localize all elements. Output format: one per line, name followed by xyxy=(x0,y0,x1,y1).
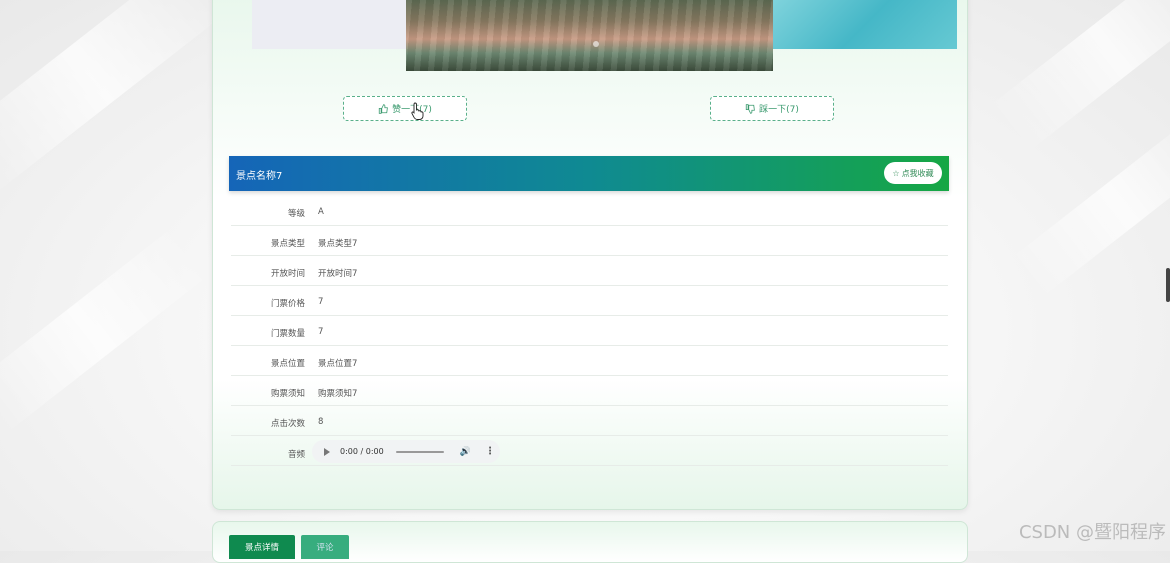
detail-row-level: 等级 A xyxy=(231,195,948,226)
row-label: 景点位置 xyxy=(270,359,305,369)
more-vertical-icon[interactable]: ⋮ xyxy=(485,446,495,457)
volume-icon[interactable]: 🔊 xyxy=(460,447,471,457)
thumbs-down-icon xyxy=(745,103,755,114)
row-label: 购票须知 xyxy=(270,389,305,399)
row-value: 7 xyxy=(318,297,324,307)
row-label: 音频 xyxy=(287,450,305,460)
row-label: 门票数量 xyxy=(270,329,305,339)
carousel-image-texture xyxy=(406,0,773,71)
like-button[interactable]: 赞一下(7) xyxy=(343,96,467,121)
row-value: 购票须知7 xyxy=(318,389,358,399)
detail-row-location: 景点位置 景点位置7 xyxy=(231,345,948,376)
favorite-button[interactable]: ☆ 点我收藏 xyxy=(884,162,942,184)
detail-row-hours: 开放时间 开放时间7 xyxy=(231,255,948,286)
row-value: 开放时间7 xyxy=(318,269,358,279)
row-value: 景点位置7 xyxy=(318,359,358,369)
carousel-slide-left[interactable] xyxy=(252,0,406,49)
row-value: 8 xyxy=(318,417,324,427)
row-label: 等级 xyxy=(287,209,305,219)
carousel-slide-main[interactable] xyxy=(406,0,773,71)
detail-row-price: 门票价格 7 xyxy=(231,285,948,316)
detail-row-type: 景点类型 景点类型7 xyxy=(231,225,948,256)
thumbs-up-icon xyxy=(378,103,388,114)
hand-cursor-icon xyxy=(411,102,424,120)
audio-time: 0:00 / 0:00 xyxy=(340,447,384,456)
row-label: 门票价格 xyxy=(270,299,305,309)
scrollbar-handle[interactable] xyxy=(1166,268,1170,302)
play-icon[interactable] xyxy=(324,447,330,456)
row-label: 点击次数 xyxy=(270,419,305,429)
detail-row-clicks: 点击次数 8 xyxy=(231,405,948,436)
tab-comments[interactable]: 评论 xyxy=(301,535,349,559)
row-label: 景点类型 xyxy=(270,239,305,249)
row-label: 开放时间 xyxy=(270,269,305,279)
row-value: 景点类型7 xyxy=(318,239,358,249)
detail-row-notice: 购票须知 购票须知7 xyxy=(231,375,948,406)
row-value: A xyxy=(318,207,324,217)
star-icon: ☆ xyxy=(892,168,900,178)
background-stripe xyxy=(989,0,1170,154)
carousel-dot[interactable] xyxy=(593,41,599,47)
favorite-label: 点我收藏 xyxy=(901,168,934,178)
attraction-title-bar: 景点名称7 ☆ 点我收藏 xyxy=(229,156,949,191)
row-value: 7 xyxy=(318,327,324,337)
attraction-title: 景点名称7 xyxy=(236,171,283,182)
audio-player[interactable]: 0:00 / 0:00 🔊 ⋮ xyxy=(312,440,500,463)
dislike-label: 踩一下(7) xyxy=(759,105,799,115)
audio-progress-track[interactable] xyxy=(395,450,444,453)
dislike-button[interactable]: 踩一下(7) xyxy=(710,96,834,121)
detail-row-ticket-count: 门票数量 7 xyxy=(231,315,948,346)
background-stripe xyxy=(0,226,211,434)
carousel-slide-right[interactable] xyxy=(773,0,957,49)
tab-attraction-detail[interactable]: 景点详情 xyxy=(229,535,295,559)
watermark-text: CSDN @暨阳程序 xyxy=(1018,522,1166,543)
background-stripe xyxy=(0,0,230,195)
